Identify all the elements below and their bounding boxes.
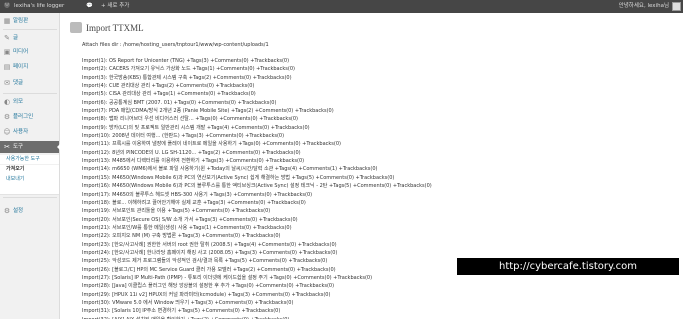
import-log-line: Import(30): VMware 5.0 에서 Window 띄우기 +Ta… [82, 299, 294, 306]
submenu-available-tools[interactable]: 사용가능한 도구 [0, 155, 59, 164]
import-log-line: Import(24): [한오/사고사례] 한나라당 홈페이지 해킹 사고 (2… [82, 249, 338, 256]
submenu-import[interactable]: 가져오기 [0, 165, 59, 174]
import-log-line: Import(18): 블로... 이해하려고 끌어안기해야 실제 교훈 +Ta… [82, 199, 306, 206]
tools-page-icon [70, 22, 82, 33]
wordpress-logo-icon[interactable]: Ⓦ [2, 0, 12, 13]
import-log-line: Import(19): 서브포인트 관리툴을 이용 +Tags(5) +Comm… [82, 208, 271, 215]
menu-item-appearance[interactable]: ◐ 외모 [0, 96, 59, 108]
import-log-line: Import(7): PDA 매입(CDMA/방식 2개년 2종 (Panie … [82, 108, 334, 115]
menu-item-dashboard[interactable]: ▦ 알림판 [0, 15, 59, 27]
comments-bubble-icon[interactable]: 💬 [86, 0, 93, 13]
users-icon: ☺ [3, 128, 11, 136]
appearance-icon: ◐ [3, 98, 11, 106]
menu-item-settings[interactable]: ⚙ 설정 [0, 205, 59, 217]
menu-item-media[interactable]: ▣ 미디어 [0, 46, 59, 58]
menu-separator [3, 93, 57, 94]
menu-item-comments[interactable]: ✉ 댓글 [0, 77, 59, 89]
import-log-line: Import(10): 2008년 데이터 여행... (한판드) +Tags(… [82, 133, 285, 140]
admin-bar: Ⓦ lexiha's life logger 💬 + 새로 추가 안녕하세요, … [0, 0, 683, 13]
site-name-link[interactable]: lexiha's life logger [14, 0, 64, 13]
import-log-line: Import(20): 서브포인(Secure OS) S/W 소개 가서 +T… [82, 216, 298, 223]
menu-item-tools[interactable]: ✂ 도구 [0, 141, 60, 153]
menu-item-plugins[interactable]: ⚙ 플러그인 [0, 111, 59, 123]
import-log-line: Import(12): 8년의 PINCODE의 U. LG SH-1120..… [82, 149, 301, 156]
import-log-line: Import(31): [Solaris 10] IP주소 변경하기 +Tags… [82, 308, 281, 315]
import-log-line: Import(11): 프록시를 이용하여 낼장에 플레이 네이트로 메일을 사… [82, 141, 341, 148]
import-log-line: Import(2): CACERS 가져오기 유닉스 가상화 노드 +Tags(… [82, 66, 295, 73]
dashboard-icon: ▦ [3, 17, 11, 25]
user-greeting[interactable]: 안녕하세요, lexiha님 [619, 0, 669, 13]
new-content-menu[interactable]: + 새로 추가 [101, 0, 129, 13]
import-log-line: Import(28): [Java] 이클립스 플러그인 해당 앙상블의 설정한… [82, 283, 335, 290]
submenu-export[interactable]: 내보내기 [0, 175, 59, 184]
import-log-line: Import(15): M4650(Windows Mobile 6)과 PC의… [82, 174, 395, 181]
menu-separator [3, 29, 57, 30]
import-log-line: Import(8): 맵파 리니어브더 우선 비디어스러 선탈... +Tags… [82, 116, 299, 123]
attach-files-dir-text: Attach files dir : /home/hosting_users/t… [82, 42, 269, 48]
import-log-line: Import(29): [HPUX 11i v2] HPUX의 커널 파라미터(… [82, 291, 331, 298]
import-log-line: Import(27): [Solaris] IP Multi-Path (IPM… [82, 274, 373, 281]
import-log-line: Import(1): OS Report for Unicenter (TNG)… [82, 58, 290, 64]
menu-separator [3, 197, 57, 198]
menu-item-pages[interactable]: ▤ 페이지 [0, 61, 59, 73]
watermark-url: http://cybercafe.tistory.com [457, 258, 679, 275]
import-log-line: Import(23): [한오/사고사례] 권한한 서버의 root 권한 탈취… [82, 241, 337, 248]
import-log-line: Import(32): [AIX] AIX 설치된 매일을 확인하기 +Tags… [82, 316, 677, 319]
import-log-line: Import(14): m6650 (WM6)에서 블로 파일 사용하기(윈 +… [82, 166, 378, 173]
avatar[interactable] [672, 2, 681, 11]
menu-item-posts[interactable]: ✎ 글 [0, 32, 59, 44]
import-log: Import(1): OS Report for Unicenter (TNG)… [82, 57, 677, 319]
plugin-icon: ⚙ [3, 113, 11, 121]
pin-icon: ✎ [4, 34, 10, 42]
import-log-line: Import(4): CUE 관리대상 관리 +Tags(2) +Comment… [82, 83, 255, 90]
page-icon: ▤ [3, 63, 11, 71]
current-menu-arrow-icon [57, 144, 60, 150]
admin-side-menu: ▦ 알림판 ✎ 글 ▣ 미디어 ▤ 페이지 ✉ 댓글 ◐ 외모 ⚙ 플러그인 ☺… [0, 13, 60, 319]
import-log-line: Import(6): 공공통계심 BMT (2007. 01) +Tags(0)… [82, 99, 277, 106]
import-log-line: Import(3): 한국방송(KBS) 통합관제 시스템 구축 +Tags(2… [82, 74, 292, 81]
import-log-line: Import(9): 방카(LC)의 및 프로젝트 일반관리 시스템 개발 +T… [82, 124, 310, 131]
menu-item-users[interactable]: ☺ 사용자 [0, 126, 59, 138]
import-log-line: Import(17): M4650의 블루투스 헤드셋 HBS-300 사용기 … [82, 191, 313, 198]
import-log-line: Import(16): M4650(Windows Mobile 6)과 PC의… [82, 183, 432, 190]
import-log-line: Import(5): CISA 관리대상 관리 +Tags(1) +Commen… [82, 91, 256, 98]
import-log-line: Import(21): 서브포인/W를 통한 메일(생성) 사용 +Tags(1… [82, 224, 292, 231]
tools-icon: ✂ [4, 143, 10, 151]
comment-icon: ✉ [4, 79, 10, 87]
media-icon: ▣ [3, 48, 11, 56]
settings-icon: ⚙ [3, 207, 11, 215]
import-log-line: Import(22): 오피지오 NM (M) 구축 방법론 +Tags(3) … [82, 233, 281, 240]
import-log-line: Import(13): M485에서 디렉터리를 이용하여 전환하기 +Tags… [82, 158, 305, 165]
